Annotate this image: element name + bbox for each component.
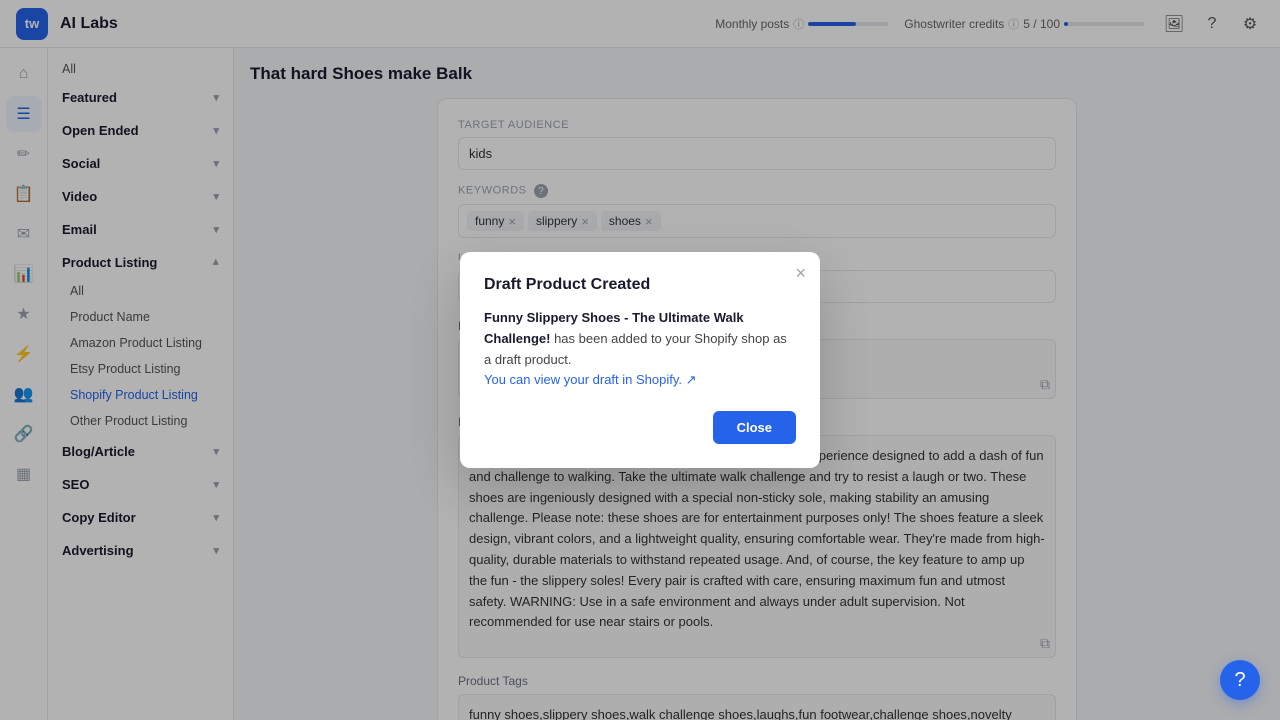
external-link-icon: ↗ <box>686 372 697 387</box>
modal-shopify-link[interactable]: You can view your draft in Shopify. ↗ <box>484 372 697 387</box>
modal-footer: Close <box>484 411 796 444</box>
modal-overlay[interactable]: × Draft Product Created Funny Slippery S… <box>0 0 1280 720</box>
modal-title: Draft Product Created <box>484 276 796 294</box>
draft-product-modal: × Draft Product Created Funny Slippery S… <box>460 252 820 468</box>
help-bubble-button[interactable]: ? <box>1220 660 1260 700</box>
modal-close-icon-button[interactable]: × <box>795 264 806 282</box>
modal-body: Funny Slippery Shoes - The Ultimate Walk… <box>484 308 796 391</box>
modal-close-button[interactable]: Close <box>713 411 796 444</box>
